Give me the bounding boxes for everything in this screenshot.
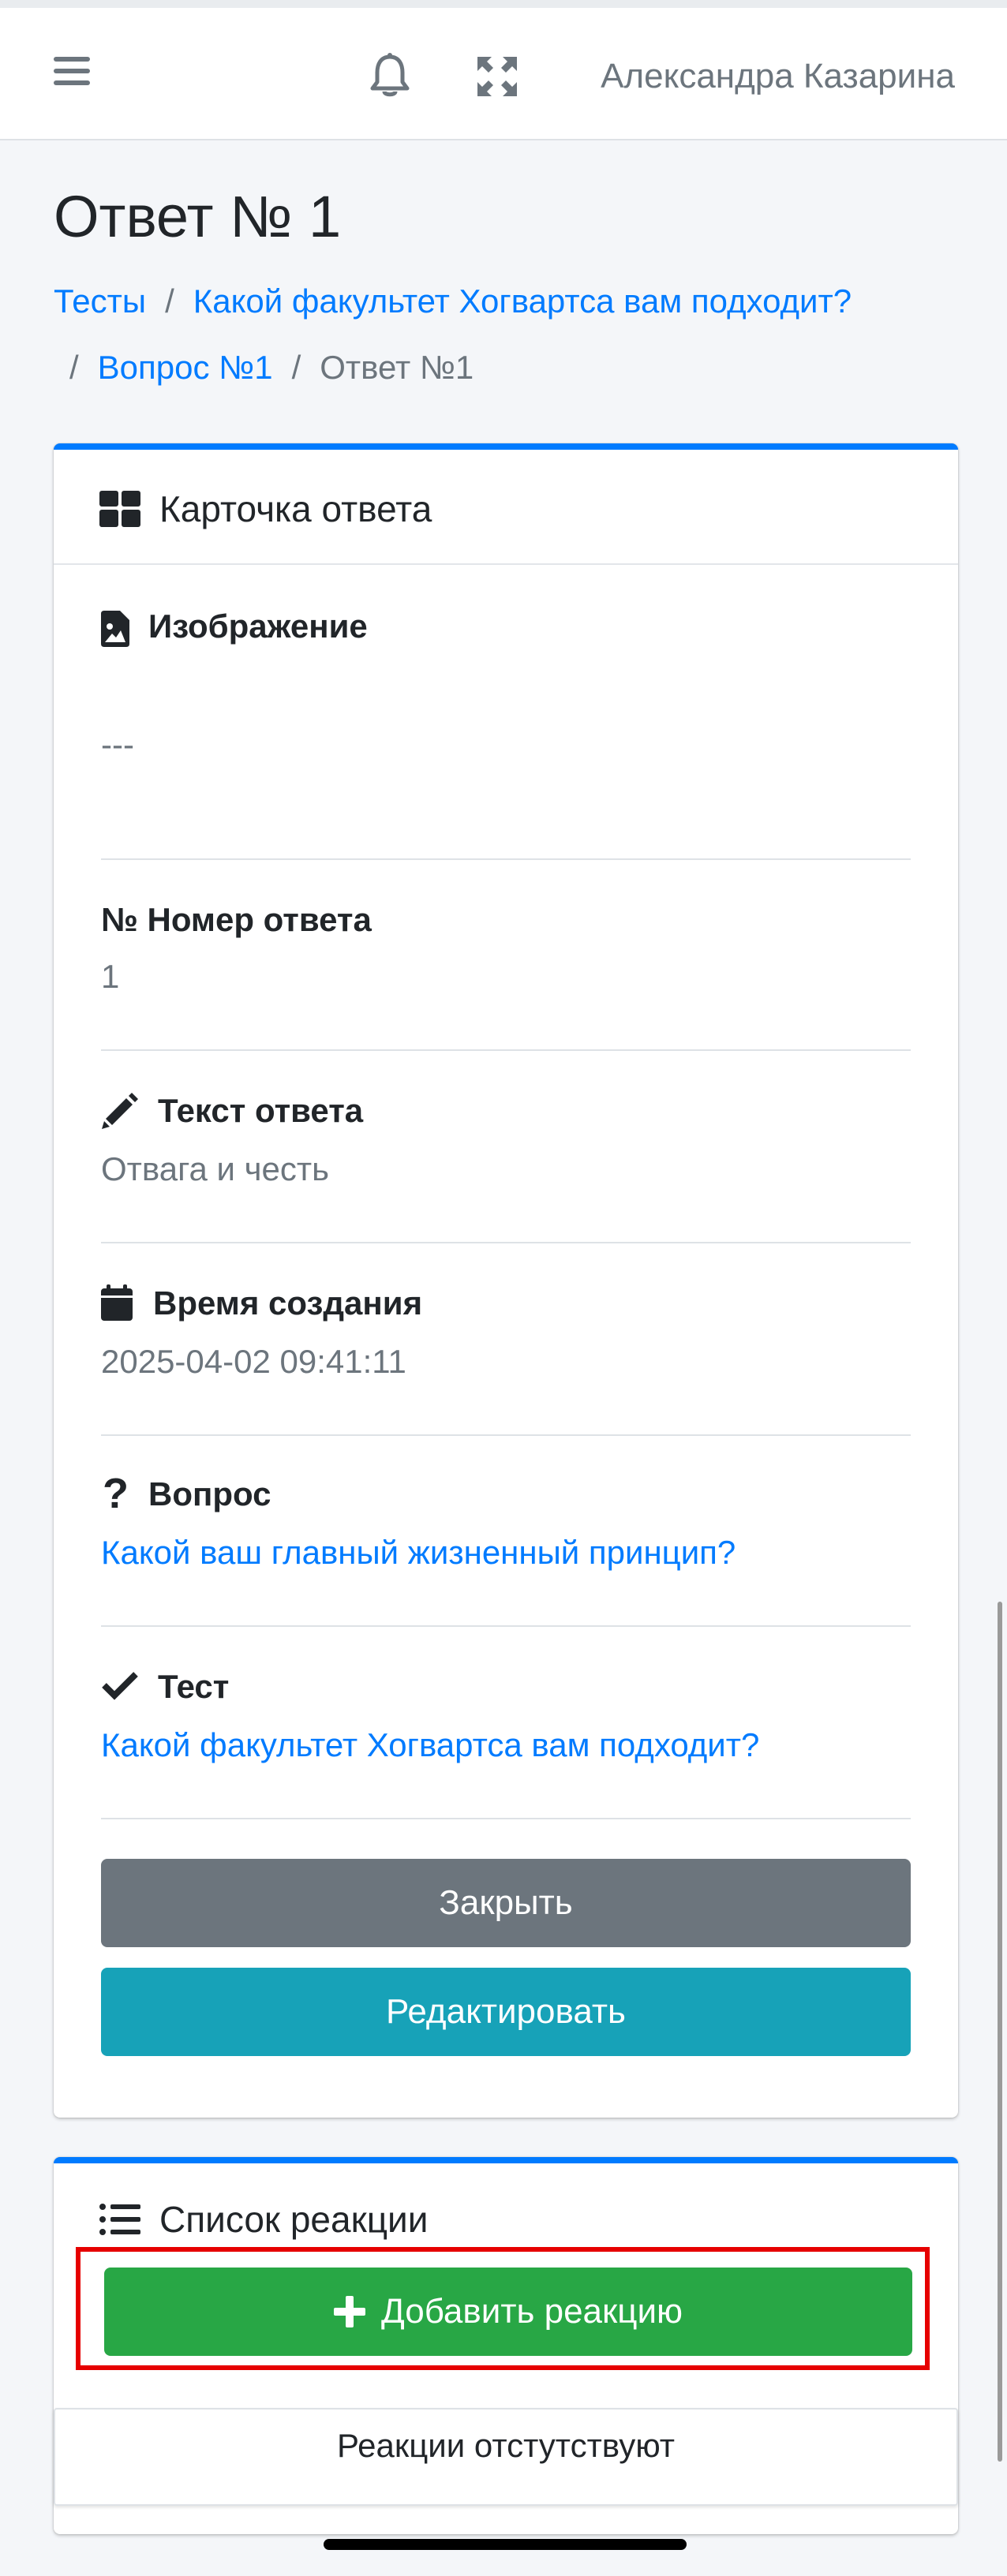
reactions-card-title: Список реакции <box>159 2199 429 2240</box>
reactions-empty-state: Реакции отстутствуют <box>54 2408 958 2506</box>
fullscreen-icon[interactable] <box>477 57 517 96</box>
answer-card-title: Карточка ответа <box>159 488 432 529</box>
question-icon: ? <box>103 1470 129 1517</box>
question-link[interactable]: Какой ваш главный жизненный принцип? <box>101 1534 736 1572</box>
home-indicator[interactable] <box>324 2539 687 2550</box>
top-navbar: Александра Казарина <box>0 0 1007 140</box>
question-field: ? Вопрос Какой ваш главный жизненный при… <box>101 1470 911 1627</box>
test-label: Тест <box>158 1668 230 1705</box>
image-label: Изображение <box>148 608 368 645</box>
answer-text-label: Текст ответа <box>158 1092 364 1129</box>
reactions-card: Список реакции Добавить реакцию Реакции … <box>54 2157 958 2534</box>
reactions-empty-text: Реакции отстутствуют <box>336 2427 676 2464</box>
breadcrumb-tests-link[interactable]: Тесты <box>54 282 146 320</box>
page-title: Ответ № 1 <box>54 184 342 249</box>
test-link[interactable]: Какой факультет Хогвартса вам подходит? <box>101 1726 759 1764</box>
check-icon <box>101 1669 139 1705</box>
created-time-value: 2025-04-02 09:41:11 <box>101 1343 406 1380</box>
breadcrumb-question-link[interactable]: Вопрос №1 <box>98 349 273 386</box>
answer-text-value: Отвага и честь <box>101 1150 330 1187</box>
page: Александра Казарина Ответ № 1 Тесты / Како… <box>0 0 1007 2576</box>
question-label: Вопрос <box>148 1475 271 1512</box>
edit-button[interactable]: Редактировать <box>101 1968 911 2056</box>
created-time-label: Время создания <box>153 1284 423 1322</box>
grid-icon <box>99 491 140 531</box>
image-value: --- <box>101 726 134 763</box>
breadcrumb-test-link[interactable]: Какой факультет Хогвартса вам подходит? <box>193 282 852 320</box>
scrollbar[interactable] <box>998 1602 1002 2462</box>
add-reaction-highlight: Добавить реакцию <box>76 2247 930 2370</box>
created-time-field: Время создания 2025-04-02 09:41:11 <box>101 1284 911 1436</box>
user-menu[interactable]: Александра Казарина <box>601 57 955 96</box>
test-field: Тест Какой факультет Хогвартса вам подхо… <box>101 1668 911 1819</box>
answer-card: Карточка ответа Изображение --- № Номер … <box>54 443 958 2118</box>
add-reaction-label: Добавить реакцию <box>380 2292 683 2331</box>
add-reaction-button[interactable]: Добавить реакцию <box>104 2268 912 2356</box>
answer-number-label: № Номер ответа <box>101 901 372 938</box>
answer-text-field: Текст ответа Отвага и честь <box>101 1092 911 1243</box>
bell-icon[interactable] <box>369 52 410 98</box>
hamburger-menu-icon[interactable] <box>54 57 90 88</box>
plus-icon <box>333 2296 365 2327</box>
breadcrumb-separator: / <box>69 349 79 386</box>
calendar-icon <box>101 1284 133 1325</box>
breadcrumb-separator: / <box>165 282 174 320</box>
breadcrumb-separator: / <box>291 349 301 386</box>
close-button[interactable]: Закрыть <box>101 1859 911 1947</box>
file-image-icon <box>101 611 129 651</box>
pencil-icon <box>101 1092 139 1134</box>
list-icon <box>99 2203 140 2240</box>
answer-number-field: № Номер ответа 1 <box>101 901 911 1051</box>
image-field: Изображение --- <box>101 608 911 860</box>
answer-number-value: 1 <box>101 958 120 995</box>
breadcrumb: Тесты / Какой факультет Хогвартса вам подх… <box>54 268 961 401</box>
breadcrumb-current: Ответ №1 <box>320 349 474 386</box>
answer-card-header: Карточка ответа <box>54 450 958 565</box>
